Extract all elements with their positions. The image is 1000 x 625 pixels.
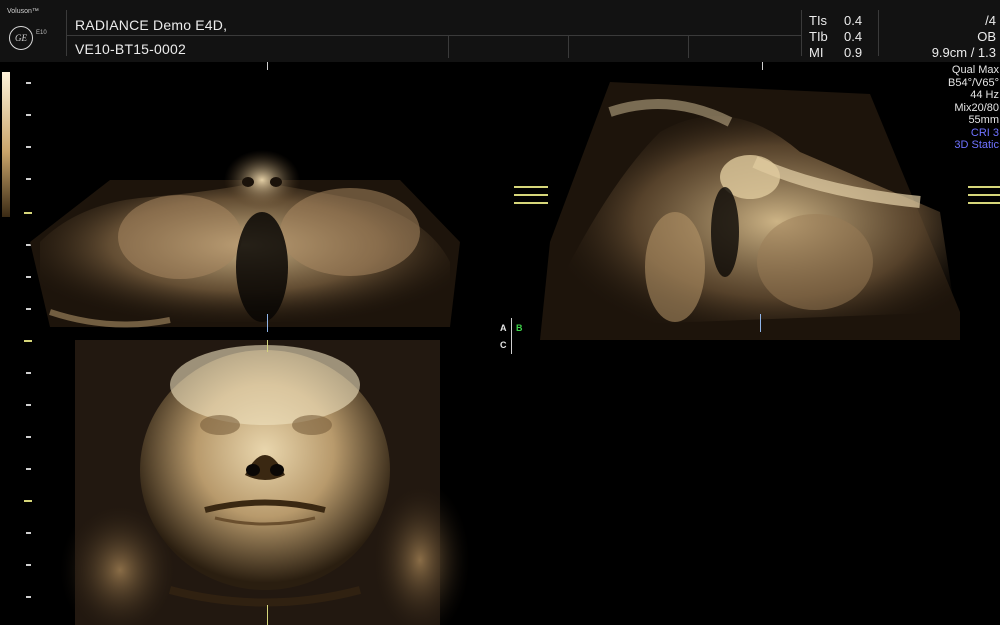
patient-name: RADIANCE Demo E4D, [75,17,228,33]
index-tib: TIb 0.4 [809,29,862,44]
header-divider [878,10,879,56]
slice-line [968,186,1000,188]
depth-tick [24,500,32,502]
scan-line-marker [267,340,268,352]
frame-counter: /4 [985,13,996,28]
index-value: 0.4 [844,29,863,44]
index-value: 0.4 [844,13,863,28]
marker-c: C [500,340,507,350]
marker-b: B [516,323,523,333]
sagittal-fetal-face-image [30,150,460,328]
index-value: 0.9 [844,45,863,60]
ge-logo-icon: GE [9,26,33,50]
depth-tick [26,596,31,598]
index-label: TIs [809,13,828,28]
slice-line [514,194,548,196]
depth-tick [26,436,31,438]
header-divider [801,10,802,56]
ultrasound-view-b[interactable] [500,62,1000,340]
ultrasound-view-c[interactable] [40,340,490,625]
render-line-marker [267,605,268,625]
transverse-fetal-profile-image [540,82,960,340]
depth-readout: 9.9cm / 1.3 [931,45,996,60]
model-label: E10 [36,30,47,36]
exam-type: OB [977,29,996,44]
render-line-marker [267,314,268,332]
header-divider [66,10,67,56]
voluson-logo: Voluson™ GE E10 [4,8,64,58]
header-divider [568,36,569,58]
depth-tick [26,564,31,566]
brand-label: Voluson™ [7,8,39,15]
render-line-marker [760,314,761,332]
slice-line [514,186,548,188]
marker-a: A [500,323,507,333]
depth-tick [26,468,31,470]
header-divider [66,35,801,36]
header-bar: Voluson™ GE E10 RADIANCE Demo E4D, VE10-… [0,0,1000,62]
header-divider [448,36,449,58]
scan-line-marker [267,62,268,70]
index-label: TIb [809,29,828,44]
marker-axis [511,318,512,354]
depth-tick [26,532,31,534]
rendered-3d-fetal-face-image [60,340,470,625]
index-mi: MI 0.9 [809,45,862,60]
depth-tick [26,372,31,374]
slice-line [514,202,548,204]
index-label: MI [809,45,824,60]
depth-tick [24,340,32,342]
scan-line-marker [762,62,763,70]
patient-id: VE10-BT15-0002 [75,41,186,57]
depth-tick [26,404,31,406]
ultrasound-view-a[interactable] [20,62,490,340]
header-divider [688,36,689,58]
index-tis: TIs 0.4 [809,13,862,28]
slice-line [968,194,1000,196]
slice-line [968,202,1000,204]
grayscale-bar [2,72,10,217]
